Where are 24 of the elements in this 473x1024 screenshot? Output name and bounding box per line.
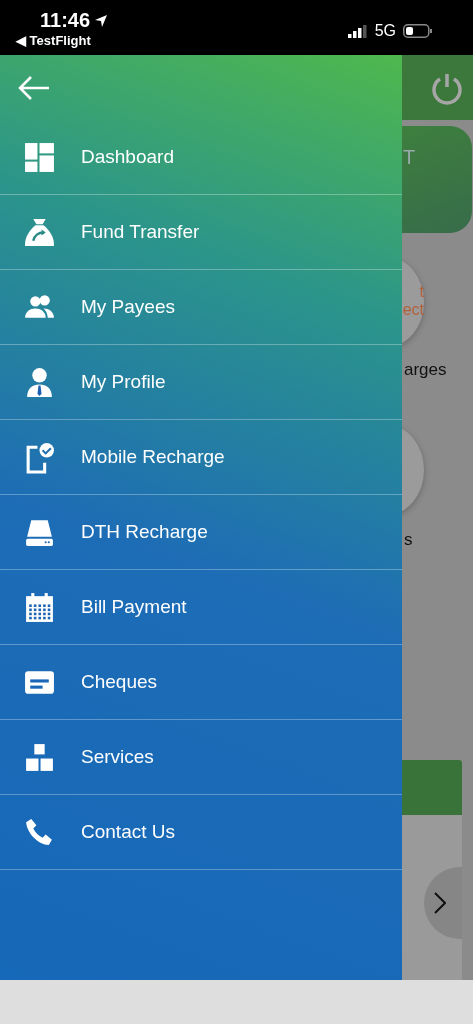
menu-item[interactable]: Mobile Recharge (0, 420, 402, 495)
menu-item-icon (23, 140, 56, 174)
menu-item[interactable]: My Profile (0, 345, 402, 420)
signal-icon (347, 24, 368, 38)
back-arrow-icon[interactable] (17, 74, 51, 101)
menu-item[interactable]: Fund Transfer (0, 195, 402, 270)
chevron-right-icon (434, 892, 446, 914)
menu-item[interactable]: Bill Payment (0, 570, 402, 645)
menu-item[interactable]: DTH Recharge (0, 495, 402, 570)
back-to-app-link[interactable]: ◀ TestFlight (16, 33, 91, 48)
menu-item[interactable]: Cheques (0, 645, 402, 720)
tile-text: t ect (402, 283, 424, 319)
menu-item[interactable]: Dashboard (0, 120, 402, 195)
menu-item[interactable]: Services (0, 720, 402, 795)
location-arrow-icon (94, 13, 109, 28)
battery-icon (403, 24, 433, 38)
tile-label: arges (404, 360, 447, 380)
clock-time: 11:46 (40, 9, 91, 32)
card-text: T (403, 146, 416, 168)
network-type: 5G (374, 22, 396, 40)
menu-item-icon (23, 590, 56, 624)
section-header-bar (402, 760, 462, 815)
menu-item[interactable]: My Payees (0, 270, 402, 345)
tile-label: s (404, 530, 413, 550)
